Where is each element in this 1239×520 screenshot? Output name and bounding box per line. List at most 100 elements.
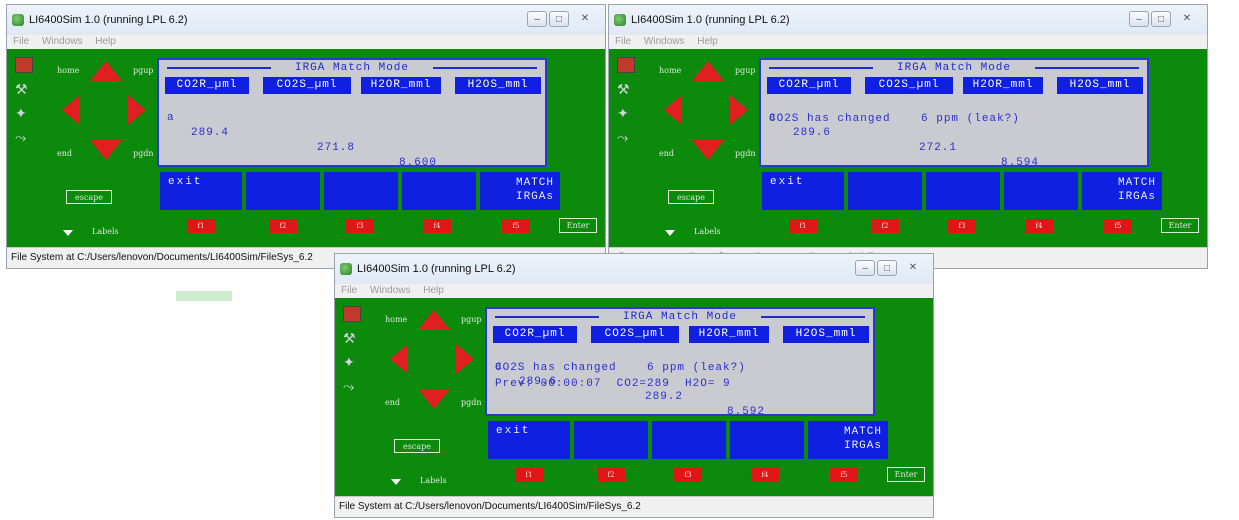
- arrow-left-button[interactable]: [390, 344, 408, 374]
- satellite-icon[interactable]: ✦: [617, 105, 633, 121]
- chart-icon[interactable]: ⤳: [15, 129, 31, 145]
- match-irgas-softkey[interactable]: MATCH IRGAs: [1082, 172, 1162, 210]
- lcd-display: IRGA Match Mode CO2R_µml CO2S_µml H2OR_m…: [157, 58, 547, 184]
- blank-softkey[interactable]: [652, 421, 726, 459]
- match-line1: MATCH: [1117, 177, 1156, 189]
- match-line1: MATCH: [843, 426, 882, 438]
- f2-button[interactable]: f2: [269, 219, 297, 233]
- minimize-button[interactable]: –: [1129, 11, 1149, 27]
- f3-button[interactable]: f3: [674, 468, 702, 482]
- labels-toggle[interactable]: Labels: [420, 476, 447, 485]
- menu-help[interactable]: Help: [697, 36, 718, 47]
- blank-softkey[interactable]: [1004, 172, 1078, 210]
- menu-windows[interactable]: Windows: [370, 285, 411, 296]
- previous-reading: [167, 128, 537, 143]
- f4-button[interactable]: f4: [423, 219, 451, 233]
- maximize-button[interactable]: □: [549, 11, 569, 27]
- chart-icon[interactable]: ⤳: [343, 378, 359, 394]
- f2-button[interactable]: f2: [871, 219, 899, 233]
- co2s-value: 272.1: [919, 142, 958, 154]
- menu-bar: File Windows Help: [609, 35, 1207, 49]
- menu-help[interactable]: Help: [95, 36, 116, 47]
- labels-toggle[interactable]: Labels: [92, 227, 119, 236]
- blank-softkey[interactable]: [324, 172, 398, 210]
- f5-button[interactable]: f5: [830, 468, 858, 482]
- blank-softkey[interactable]: [574, 421, 648, 459]
- simulator-window-2: LI6400Sim 1.0 (running LPL 6.2) – □ ✕ Fi…: [608, 4, 1208, 269]
- labels-arrow-icon[interactable]: [63, 230, 73, 236]
- satellite-icon[interactable]: ✦: [15, 105, 31, 121]
- stop-icon[interactable]: [617, 57, 635, 73]
- match-irgas-softkey[interactable]: MATCH IRGAs: [808, 421, 888, 459]
- f3-button[interactable]: f3: [346, 219, 374, 233]
- labels-arrow-icon[interactable]: [665, 230, 675, 236]
- arrow-up-button[interactable]: [90, 61, 122, 81]
- arrow-down-button[interactable]: [418, 389, 450, 409]
- close-button[interactable]: ✕: [899, 260, 927, 276]
- maximize-button[interactable]: □: [1151, 11, 1171, 27]
- co2s-value: 271.8: [317, 142, 356, 154]
- arrow-left-button[interactable]: [62, 95, 80, 125]
- f1-button[interactable]: f1: [789, 219, 817, 233]
- blank-softkey[interactable]: [926, 172, 1000, 210]
- f5-button[interactable]: f5: [1104, 219, 1132, 233]
- exit-softkey[interactable]: exit: [762, 172, 844, 210]
- stop-icon[interactable]: [15, 57, 33, 73]
- arrow-down-button[interactable]: [90, 140, 122, 160]
- menu-windows[interactable]: Windows: [644, 36, 685, 47]
- f4-button[interactable]: f4: [1025, 219, 1053, 233]
- f3-button[interactable]: f3: [948, 219, 976, 233]
- menu-windows[interactable]: Windows: [42, 36, 83, 47]
- stop-icon[interactable]: [343, 306, 361, 322]
- chart-icon[interactable]: ⤳: [617, 129, 633, 145]
- exit-softkey[interactable]: exit: [488, 421, 570, 459]
- f1-button[interactable]: f1: [187, 219, 215, 233]
- tools-icon[interactable]: ⚒: [15, 81, 31, 97]
- minimize-button[interactable]: –: [855, 260, 875, 276]
- escape-button[interactable]: escape: [66, 190, 112, 204]
- exit-label: exit: [168, 176, 203, 188]
- menu-file[interactable]: File: [341, 285, 357, 296]
- blank-softkey[interactable]: [848, 172, 922, 210]
- menu-file[interactable]: File: [615, 36, 631, 47]
- co2s-value: 289.2: [645, 391, 684, 403]
- f2-button[interactable]: f2: [597, 468, 625, 482]
- h2os-header: H2OS_mml: [455, 77, 541, 94]
- enter-button[interactable]: Enter: [1161, 218, 1199, 233]
- labels-toggle[interactable]: Labels: [694, 227, 721, 236]
- arrow-down-button[interactable]: [692, 140, 724, 160]
- minimize-button[interactable]: –: [527, 11, 547, 27]
- maximize-button[interactable]: □: [877, 260, 897, 276]
- match-irgas-softkey[interactable]: MATCH IRGAs: [480, 172, 560, 210]
- arrow-right-button[interactable]: [128, 95, 146, 125]
- menu-help[interactable]: Help: [423, 285, 444, 296]
- window-title: LI6400Sim 1.0 (running LPL 6.2): [631, 14, 790, 26]
- enter-button[interactable]: Enter: [887, 467, 925, 482]
- co2r-header: CO2R_µml: [493, 326, 577, 343]
- escape-button[interactable]: escape: [668, 190, 714, 204]
- labels-arrow-icon[interactable]: [391, 479, 401, 485]
- enter-button[interactable]: Enter: [559, 218, 597, 233]
- arrow-right-button[interactable]: [730, 95, 748, 125]
- arrow-up-button[interactable]: [418, 310, 450, 330]
- simulator-window-1: LI6400Sim 1.0 (running LPL 6.2) – □ ✕ Fi…: [6, 4, 606, 269]
- arrow-up-button[interactable]: [692, 61, 724, 81]
- escape-button[interactable]: escape: [394, 439, 440, 453]
- arrow-left-button[interactable]: [664, 95, 682, 125]
- tools-icon[interactable]: ⚒: [617, 81, 633, 97]
- mode-title: IRGA Match Mode: [294, 62, 410, 74]
- close-button[interactable]: ✕: [1173, 11, 1201, 27]
- close-button[interactable]: ✕: [571, 11, 599, 27]
- exit-softkey[interactable]: exit: [160, 172, 242, 210]
- blank-softkey[interactable]: [402, 172, 476, 210]
- f1-button[interactable]: f1: [515, 468, 543, 482]
- blank-softkey[interactable]: [730, 421, 804, 459]
- f4-button[interactable]: f4: [751, 468, 779, 482]
- f5-button[interactable]: f5: [502, 219, 530, 233]
- tools-icon[interactable]: ⚒: [343, 330, 359, 346]
- co2s-header: CO2S_µml: [865, 77, 953, 94]
- blank-softkey[interactable]: [246, 172, 320, 210]
- menu-file[interactable]: File: [13, 36, 29, 47]
- satellite-icon[interactable]: ✦: [343, 354, 359, 370]
- arrow-right-button[interactable]: [456, 344, 474, 374]
